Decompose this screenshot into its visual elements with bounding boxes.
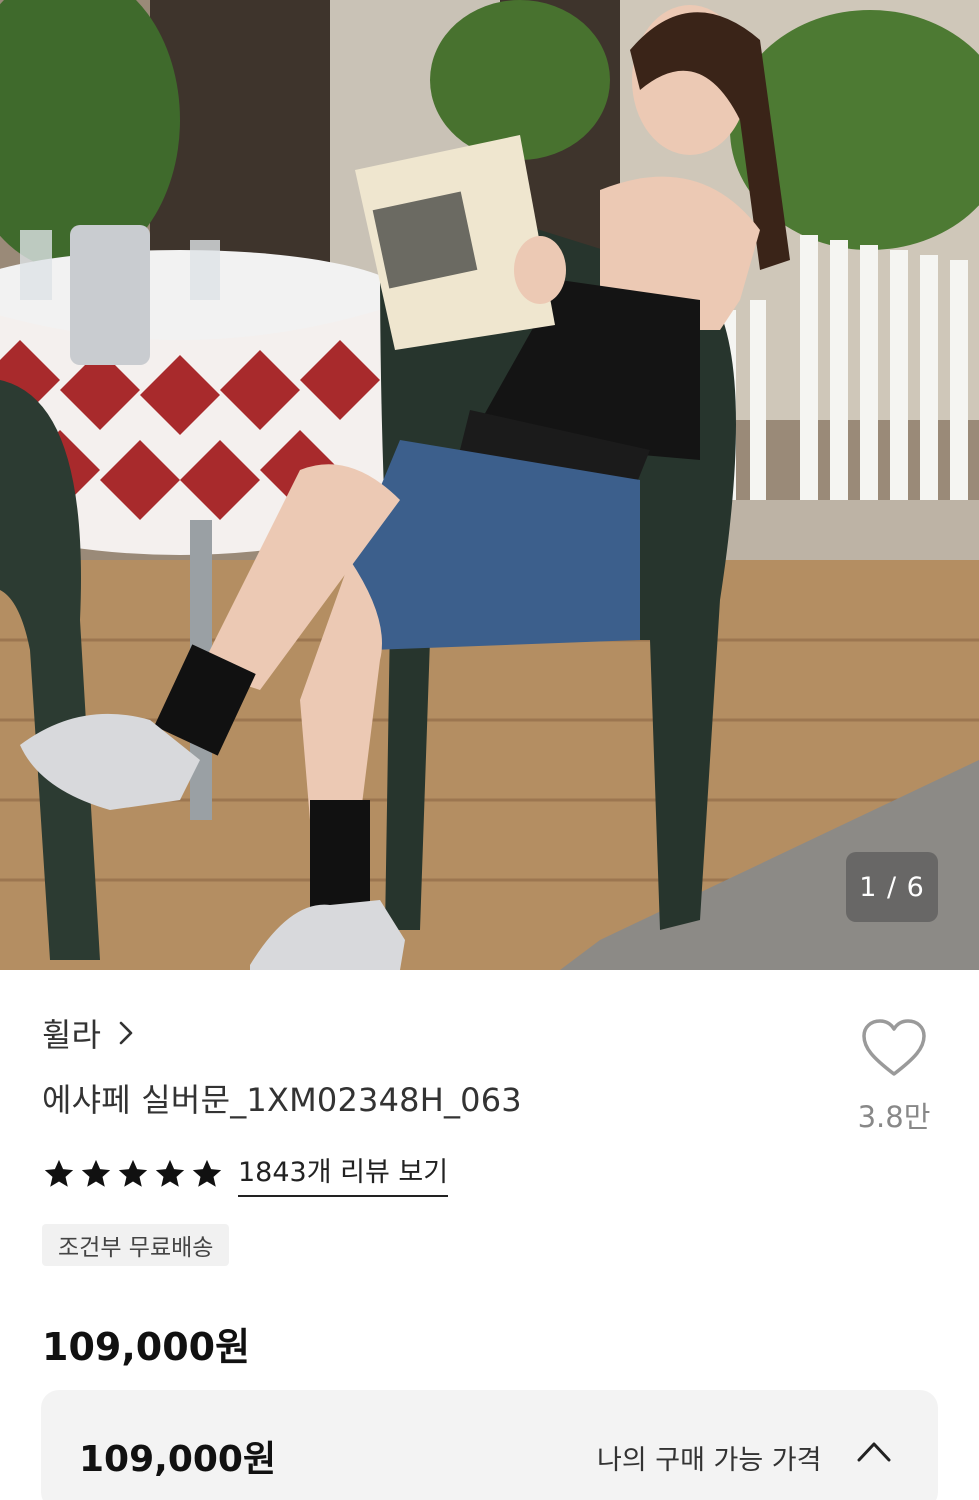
product-price: 109,000원 [42, 1325, 251, 1369]
my-price-label: 나의 구매 가능 가격 [597, 1445, 822, 1476]
my-price-panel[interactable]: 109,000원 나의 구매 가능 가격 [41, 1390, 938, 1500]
product-name: 에샤페 실버문_1XM02348H_063 [42, 1081, 522, 1119]
product-image[interactable]: 1 / 6 [0, 0, 979, 970]
my-price-value: 109,000원 [79, 1439, 277, 1480]
wishlist-button[interactable]: 3.8만 [848, 1018, 940, 1136]
image-counter: 1 / 6 [846, 852, 938, 922]
review-link[interactable]: 1843개 리뷰 보기 [238, 1150, 449, 1197]
star-filled-icon [118, 1159, 148, 1187]
chevron-up-icon[interactable] [855, 1438, 893, 1464]
star-filled-icon [155, 1159, 185, 1187]
brand-link[interactable]: 휠라 [42, 1010, 137, 1056]
rating-row: 1843개 리뷰 보기 [42, 1150, 449, 1197]
shipping-badge: 조건부 무료배송 [42, 1224, 230, 1266]
wishlist-count: 3.8만 [857, 1100, 931, 1134]
brand-name: 휠라 [42, 1016, 101, 1054]
star-filled-icon [192, 1159, 222, 1187]
star-filled-icon [44, 1159, 74, 1187]
star-rating [42, 1157, 224, 1191]
star-filled-icon [81, 1159, 111, 1187]
heart-outline-icon [862, 1019, 926, 1076]
chevron-right-icon [119, 1021, 133, 1045]
product-photo-illustration [0, 0, 979, 970]
